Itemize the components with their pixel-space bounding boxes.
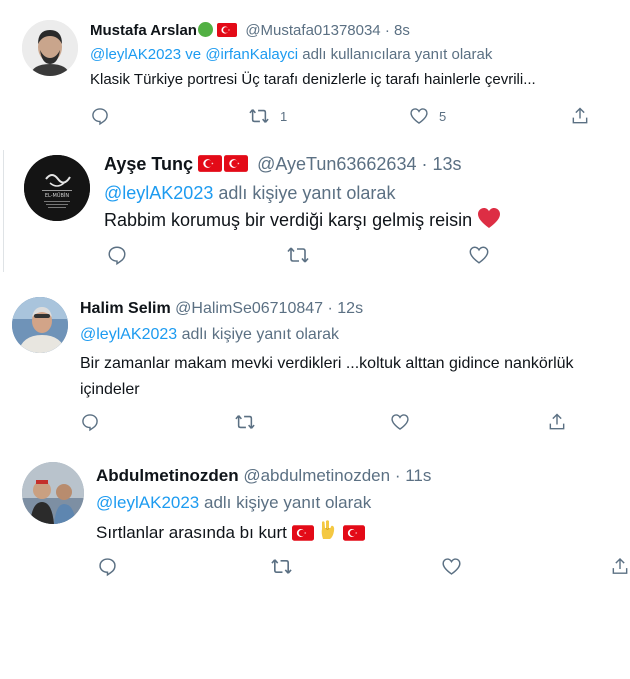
turkey-flag-emoji xyxy=(291,525,314,541)
like-button[interactable]: 5 xyxy=(409,106,446,126)
retweet-count: 1 xyxy=(280,108,288,124)
turkey-flag-emoji xyxy=(217,23,238,37)
tweet-header: Ayşe Tunç @AyeTun63662634 · 13s xyxy=(104,154,462,175)
timestamp[interactable]: 11s xyxy=(405,466,431,485)
reply-suffix: adlı kullanıcılara yanıt olarak xyxy=(302,46,493,63)
retweet-button[interactable] xyxy=(234,412,256,432)
heart-icon xyxy=(469,246,489,264)
timestamp[interactable]: 12s xyxy=(337,300,363,317)
author-handle[interactable]: @AyeTun63662634 xyxy=(257,154,416,174)
author-handle[interactable]: @abdulmetinozden xyxy=(243,466,390,485)
avatar[interactable] xyxy=(12,297,68,353)
share-button[interactable] xyxy=(610,556,630,577)
avatar[interactable] xyxy=(22,462,84,524)
timestamp[interactable]: 8s xyxy=(394,22,410,39)
tweet-text-content: Sırtlanlar arasında bı kurt xyxy=(96,523,287,542)
separator-dot: · xyxy=(327,300,333,317)
reply-button[interactable] xyxy=(90,106,110,126)
mention-link[interactable]: @leylAK2023 xyxy=(96,493,199,512)
author-handle[interactable]: @HalimSe06710847 xyxy=(175,300,323,317)
tweet-4[interactable]: Abdulmetinozden @abdulmetinozden · 11s @… xyxy=(0,440,630,600)
retweet-icon xyxy=(287,247,309,263)
retweet-icon xyxy=(271,559,292,574)
author-name[interactable]: Halim Selim xyxy=(80,300,171,317)
retweet-icon xyxy=(235,415,255,429)
reply-button[interactable] xyxy=(97,556,118,577)
retweet-button[interactable]: 1 xyxy=(248,106,287,126)
reply-icon xyxy=(82,414,98,432)
avatar[interactable]: EL-MÜBİN xyxy=(24,155,90,221)
turkey-flag-emoji xyxy=(343,525,366,541)
tweet-text: Bir zamanlar makam mevki verdikleri ...k… xyxy=(80,355,574,398)
reply-icon xyxy=(92,108,108,126)
tweet-text: Rabbim korumuş bir verdiği karşı gelmiş … xyxy=(104,207,501,231)
reply-context: @leylAK2023 adlı kişiye yanıt olarak xyxy=(104,183,395,204)
author-name[interactable]: Mustafa Arslan xyxy=(90,22,197,39)
author-handle[interactable]: @Mustafa01378034 xyxy=(245,22,380,39)
retweet-icon xyxy=(249,109,269,123)
wolf-salute-hand-emoji xyxy=(322,520,335,539)
turkey-flag-emoji xyxy=(224,155,249,172)
separator-dot: · xyxy=(394,466,401,485)
tweet-2[interactable]: EL-MÜBİN Ayşe Tunç @AyeTun63662634 · 13s… xyxy=(0,140,630,280)
like-button[interactable] xyxy=(390,412,410,432)
reply-context: @leylAK2023 adlı kişiye yanıt olarak xyxy=(80,326,339,344)
tweet-1[interactable]: Mustafa Arslan @Mustafa01378034 · 8s @le… xyxy=(0,0,630,140)
mention-link[interactable]: @leylAK2023 xyxy=(90,46,181,63)
share-icon xyxy=(549,413,565,430)
retweet-button[interactable] xyxy=(286,244,310,266)
green-circle-emoji xyxy=(197,22,213,37)
like-count: 5 xyxy=(439,108,447,124)
turkey-flag-emoji xyxy=(198,155,223,172)
reply-context: @leylAK2023 ve @irfanKalayci adlı kullan… xyxy=(90,46,492,63)
reply-suffix: adlı kişiye yanıt olarak xyxy=(204,493,372,512)
separator-dot: · xyxy=(421,154,428,174)
reply-suffix: adlı kişiye yanıt olarak xyxy=(218,183,396,203)
heart-icon xyxy=(410,108,428,124)
tweet-header: Abdulmetinozden @abdulmetinozden · 11s xyxy=(96,466,431,486)
reply-icon xyxy=(99,558,116,577)
reply-suffix: adlı kişiye yanıt olarak xyxy=(181,326,340,343)
heart-icon xyxy=(442,558,461,575)
reply-joiner: ve xyxy=(185,46,202,63)
heart-icon xyxy=(391,414,409,430)
avatar[interactable] xyxy=(22,20,78,76)
mention-link[interactable]: @irfanKalayci xyxy=(205,46,298,63)
tweet-header: Halim Selim @HalimSe06710847 · 12s xyxy=(80,300,363,318)
tweet-text: Sırtlanlar arasında bı kurt xyxy=(96,519,366,543)
separator-dot: · xyxy=(384,22,390,39)
avatar-caption: EL-MÜBİN xyxy=(45,192,70,199)
reply-icon xyxy=(108,246,126,266)
retweet-button[interactable] xyxy=(270,556,293,577)
author-name[interactable]: Ayşe Tunç xyxy=(104,154,193,174)
reply-button[interactable] xyxy=(106,244,128,266)
reply-button[interactable] xyxy=(80,412,100,432)
tweet-text-content: Rabbim korumuş bir verdiği karşı gelmiş … xyxy=(104,210,473,230)
timestamp[interactable]: 13s xyxy=(433,154,462,174)
red-heart-emoji xyxy=(478,208,501,228)
share-icon xyxy=(612,557,628,574)
mention-link[interactable]: @leylAK2023 xyxy=(80,326,177,343)
tweet-text: Klasik Türkiye portresi Üç tarafı denizl… xyxy=(90,71,536,88)
share-button[interactable] xyxy=(547,412,567,432)
share-icon xyxy=(572,107,588,124)
share-button[interactable] xyxy=(570,106,590,126)
tweet-3[interactable]: Halim Selim @HalimSe06710847 · 12s @leyl… xyxy=(0,280,630,440)
tweet-header: Mustafa Arslan @Mustafa01378034 · 8s xyxy=(90,22,410,39)
like-button[interactable] xyxy=(441,556,462,577)
reply-context: @leylAK2023 adlı kişiye yanıt olarak xyxy=(96,493,371,513)
mention-link[interactable]: @leylAK2023 xyxy=(104,183,213,203)
author-name[interactable]: Abdulmetinozden xyxy=(96,466,239,485)
like-button[interactable] xyxy=(468,244,490,266)
